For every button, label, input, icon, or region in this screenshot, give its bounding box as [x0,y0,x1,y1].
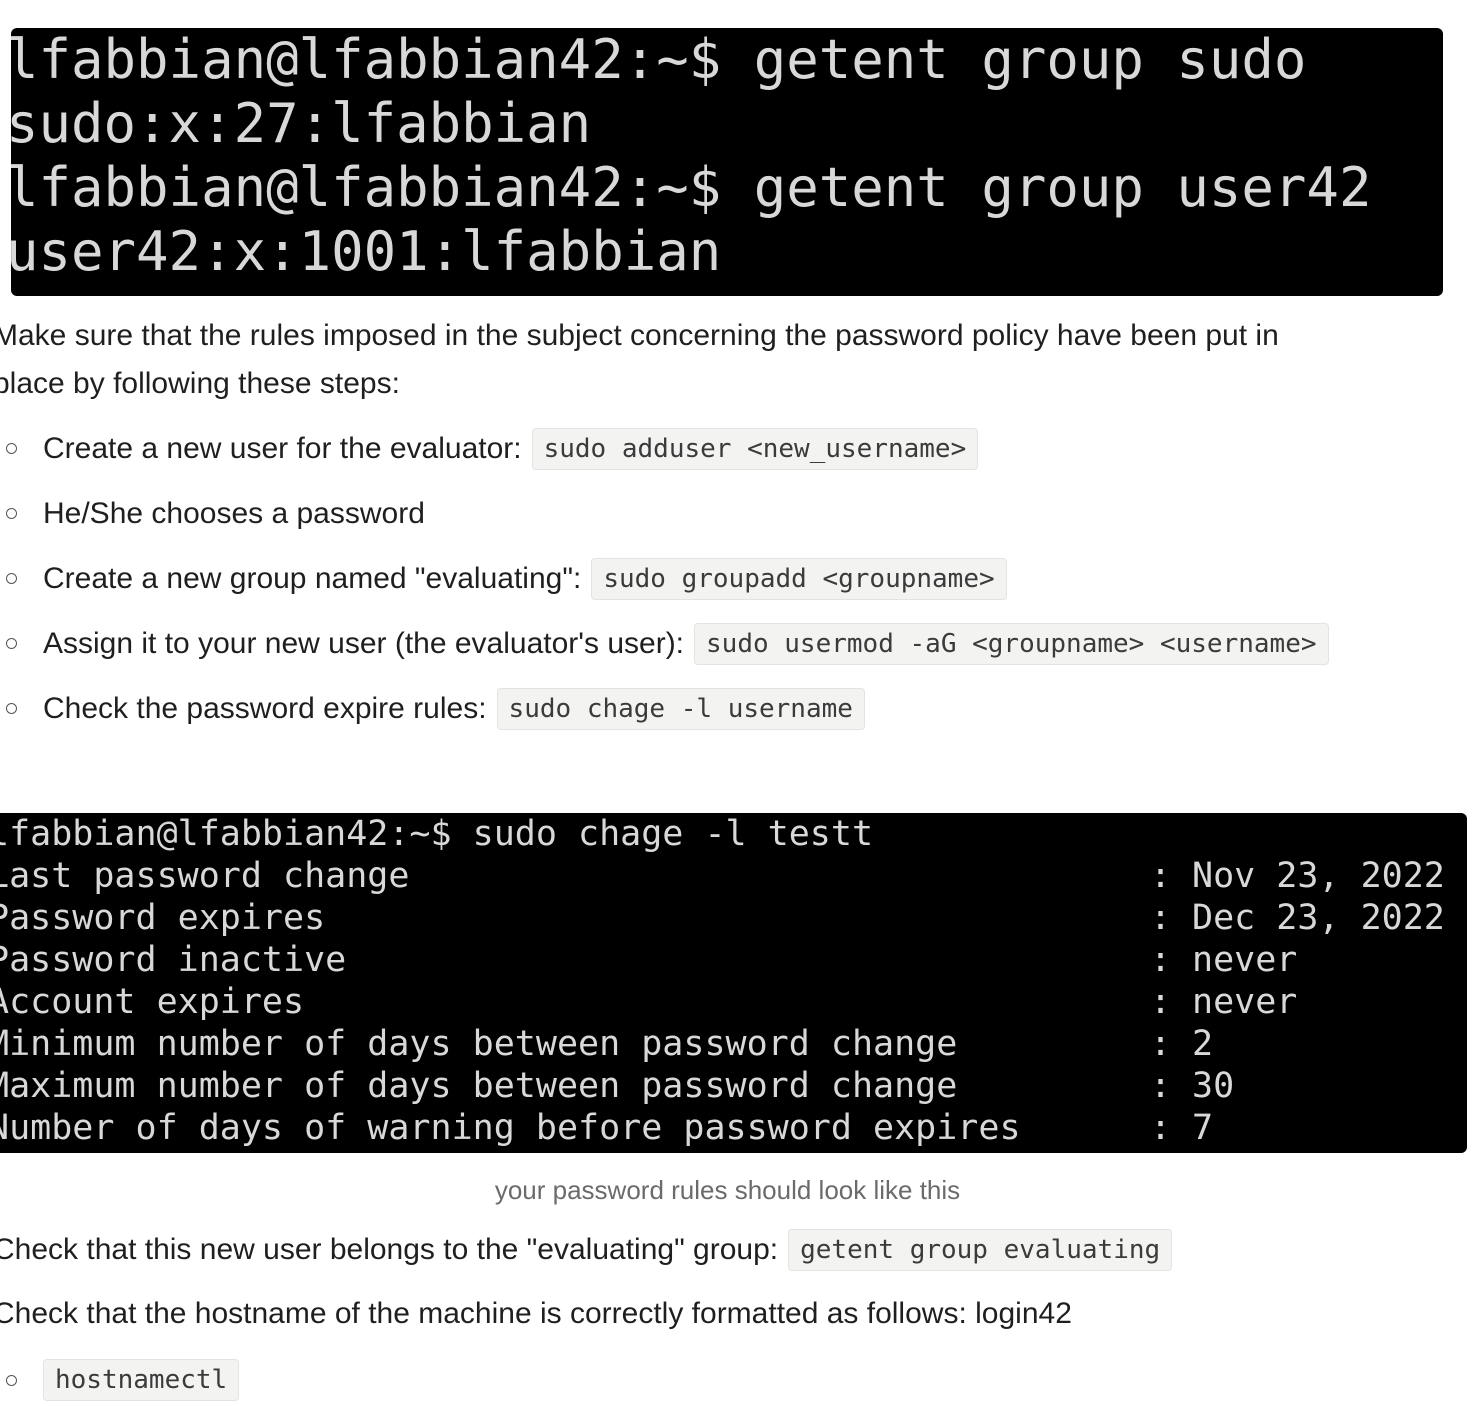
terminal-value: Dec 23, 2022 [1192,898,1445,938]
list-item: Check the password expire rules: sudo ch… [43,687,865,731]
inline-code: sudo usermod -aG <groupname> <username> [694,623,1329,665]
check-group-text: Check that this new user belongs to the … [0,1233,779,1266]
terminal-row: Number of days of warning before passwor… [0,1107,1213,1149]
terminal-line: lfabbian@lfabbian42:~$ getent group user… [11,156,1372,219]
terminal-row: Password expires : Dec 23, 2022 [0,897,1445,939]
terminal-label: Minimum number of days between password … [0,1024,958,1064]
terminal-separator: : [1150,982,1172,1022]
terminal-row: Maximum number of days between password … [0,1065,1234,1107]
terminal-line: sudo:x:27:lfabbian [11,92,592,155]
step-text: Create a new group named "evaluating": [43,562,582,595]
inline-code: getent group evaluating [788,1229,1173,1271]
inline-code: sudo chage -l username [496,688,865,730]
list-item: He/She chooses a password [43,492,425,536]
terminal-value: Nov 23, 2022 [1192,856,1445,896]
terminal-separator: : [1150,856,1172,896]
terminal-screenshot-chage: lfabbian@lfabbian42:~$ sudo chage -l tes… [0,813,1467,1153]
bullet-icon [6,638,17,649]
intro-line-1: Make sure that the rules imposed in the … [0,319,1279,352]
bullet-icon [6,1375,17,1386]
image-caption: your password rules should look like thi… [494,1175,961,1205]
bullet-icon [6,573,17,584]
intro-line-2: place by following these steps: [0,367,400,400]
terminal-value: never [1192,982,1298,1022]
check-hostname-text: Check that the hostname of the machine i… [0,1297,1072,1330]
list-item: hostnamectl [43,1358,240,1402]
inline-code: sudo groupadd <groupname> [591,558,1007,600]
list-item: Assign it to your new user (the evaluato… [43,622,1329,666]
terminal-value: 30 [1192,1066,1235,1106]
terminal-row: Minimum number of days between password … [0,1023,1213,1065]
terminal-label: Last password change [0,856,410,896]
bullet-icon [6,703,17,714]
terminal-value: never [1192,940,1298,980]
list-item: Create a new user for the evaluator: sud… [43,427,979,471]
terminal-prompt: lfabbian@lfabbian42:~$ sudo chage -l tes… [0,814,874,854]
terminal-separator: : [1150,898,1172,938]
terminal-line: lfabbian@lfabbian42:~$ getent group sudo [11,28,1307,91]
terminal-separator: : [1150,1108,1172,1148]
terminal-separator: : [1150,940,1172,980]
terminal-label: Account expires [0,982,305,1022]
terminal-value: 2 [1192,1024,1214,1064]
terminal-row: Account expires : never [0,981,1297,1023]
list-item: Create a new group named "evaluating": s… [43,557,1007,601]
terminal-row: Last password change : Nov 23, 2022 [0,855,1445,897]
terminal-line: user42:x:1001:lfabbian [11,220,722,283]
terminal-prompt-row: lfabbian@lfabbian42:~$ sudo chage -l tes… [0,813,873,855]
terminal-separator: : [1150,1066,1172,1106]
check-group-line: Check that this new user belongs to the … [0,1228,1173,1272]
terminal-value: 7 [1192,1108,1214,1148]
terminal-label: Password expires [0,898,326,938]
step-text: He/She chooses a password [43,497,425,530]
step-text: Check the password expire rules: [43,692,487,725]
terminal-screenshot-groups: lfabbian@lfabbian42:~$ getent group sudo… [11,28,1443,296]
bullet-icon [6,508,17,519]
terminal-label: Number of days of warning before passwor… [0,1108,1021,1148]
bullet-icon [6,443,17,454]
inline-code: sudo adduser <new_username> [531,428,979,470]
terminal-row: Password inactive : never [0,939,1297,981]
terminal-separator: : [1150,1024,1172,1064]
inline-code: hostnamectl [43,1359,240,1401]
terminal-label: Password inactive [0,940,347,980]
terminal-label: Maximum number of days between password … [0,1066,958,1106]
step-text: Assign it to your new user (the evaluato… [43,627,685,660]
step-text: Create a new user for the evaluator: [43,432,522,465]
